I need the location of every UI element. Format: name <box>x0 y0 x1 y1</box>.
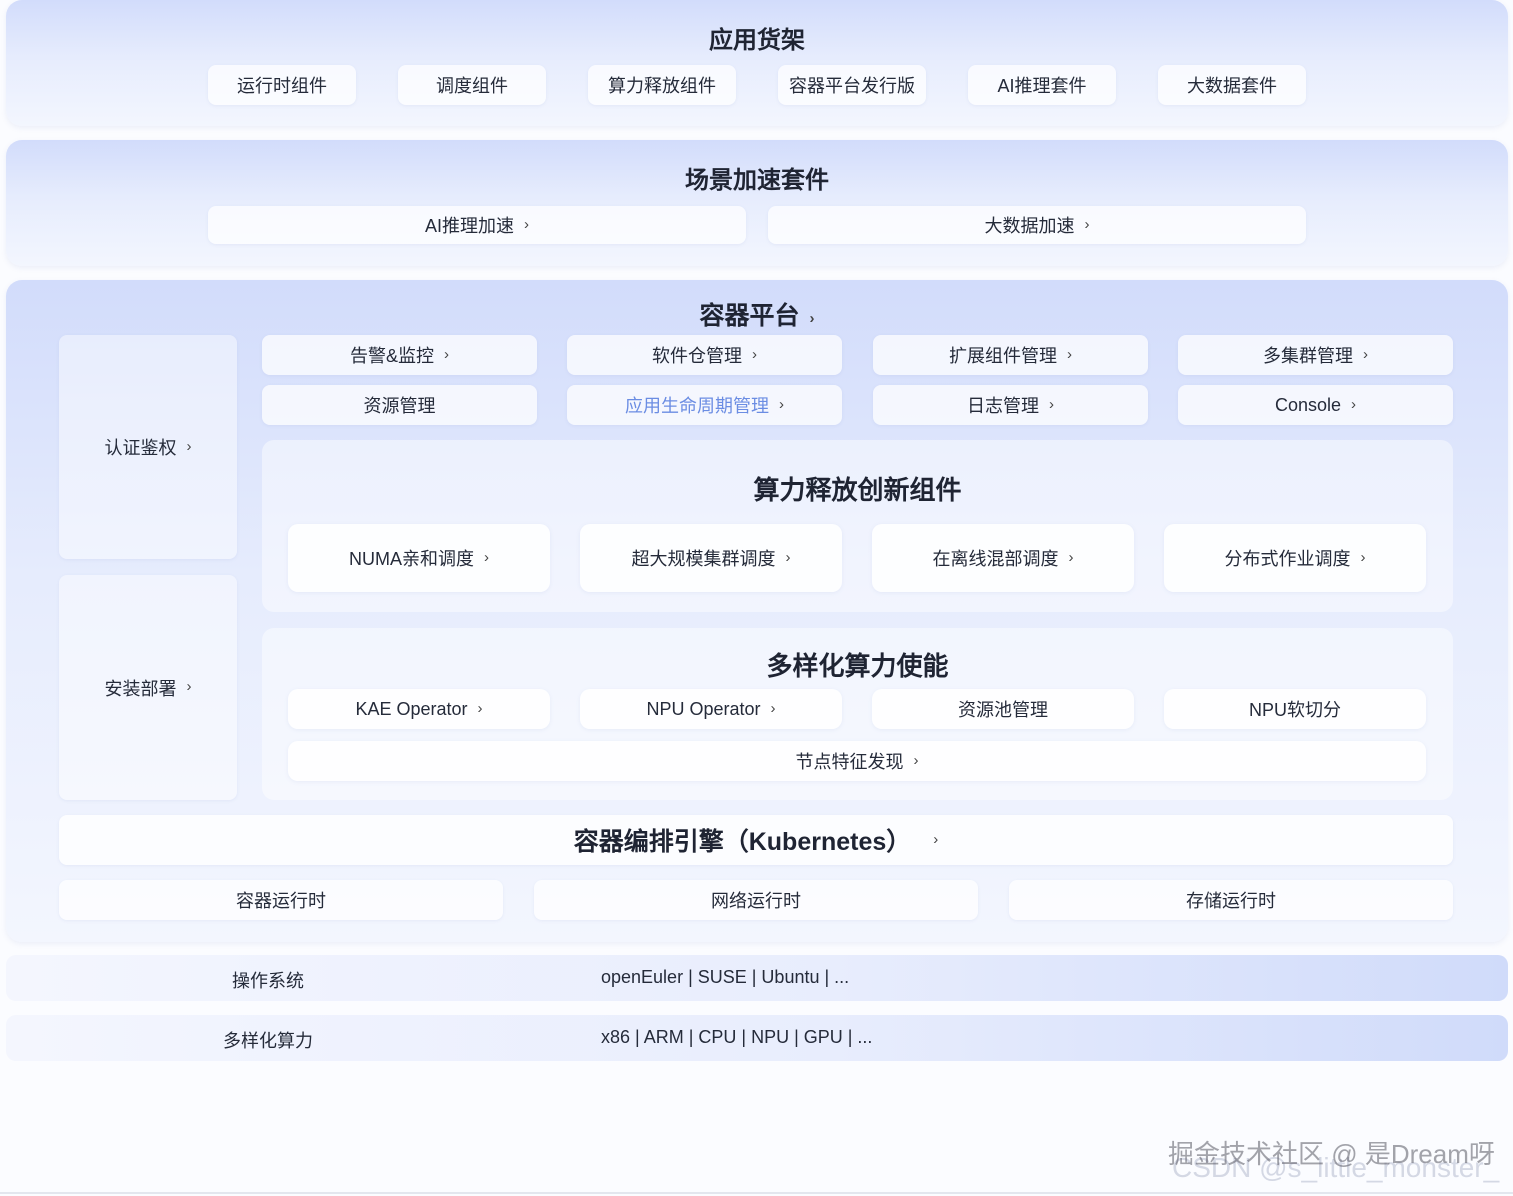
chevron-right-icon: › <box>913 751 919 769</box>
mgmt-software-repo-label: 软件仓管理 <box>652 346 742 366</box>
os-row: 操作系统 openEuler | SUSE | Ubuntu | ... <box>6 955 1508 1001</box>
container-platform-title[interactable]: 容器平台 › <box>6 296 1508 332</box>
side-install-label: 安装部署 <box>104 678 177 699</box>
runtime-container[interactable]: 容器运行时 <box>59 880 503 920</box>
diverse-kae-operator[interactable]: KAE Operator › <box>288 689 550 729</box>
mgmt-alert-monitor-label: 告警&监控 <box>349 346 434 366</box>
compute-label: 多样化算力 <box>223 1031 313 1051</box>
accel-item-bigdata-label: 大数据加速 <box>984 216 1075 236</box>
innovation-numa[interactable]: NUMA亲和调度 › <box>288 524 550 592</box>
accel-title: 场景加速套件 <box>685 167 829 194</box>
os-label: 操作系统 <box>232 971 304 991</box>
innovation-panel: 算力释放创新组件 NUMA亲和调度 › 超大规模集群调度 › 在离线混部调度 › 分布… <box>262 440 1453 612</box>
innovation-colocation-label: 在离线混部调度 <box>932 549 1059 569</box>
chevron-right-icon: › <box>186 678 192 695</box>
k8s-engine[interactable]: 容器编排引擎（Kubernetes） › <box>59 815 1453 865</box>
mgmt-multicluster-label: 多集群管理 <box>1263 346 1353 366</box>
chevron-right-icon: › <box>1068 548 1074 566</box>
mgmt-app-lifecycle[interactable]: 应用生命周期管理 › <box>567 385 842 425</box>
shelf-item-scheduling[interactable]: 调度组件 <box>398 65 546 105</box>
side-auth-label: 认证鉴权 <box>104 438 177 458</box>
chevron-right-icon: › <box>809 310 815 327</box>
mgmt-extension[interactable]: 扩展组件管理 › <box>873 335 1148 375</box>
chevron-right-icon: › <box>1067 345 1072 363</box>
accel-band: 场景加速套件 AI推理加速 › 大数据加速 › <box>6 140 1508 266</box>
shelf-item-compute-release[interactable]: 算力释放组件 <box>588 65 736 105</box>
chevron-right-icon: › <box>1363 345 1368 363</box>
mgmt-app-lifecycle-label: 应用生命周期管理 <box>625 396 769 416</box>
innovation-distributed-job-label: 分布式作业调度 <box>1224 549 1351 569</box>
shelf-item-container-distro[interactable]: 容器平台发行版 <box>778 65 926 105</box>
diverse-node-feature-label: 节点特征发现 <box>795 752 904 772</box>
mgmt-log-label: 日志管理 <box>967 396 1039 416</box>
shelf-item-ai-inference[interactable]: AI推理套件 <box>968 65 1116 105</box>
shelf-item-runtime[interactable]: 运行时组件 <box>208 65 356 105</box>
mgmt-log[interactable]: 日志管理 › <box>873 385 1148 425</box>
chevron-right-icon: › <box>779 395 784 413</box>
innovation-colocation[interactable]: 在离线混部调度 › <box>872 524 1134 592</box>
os-value: openEuler | SUSE | Ubuntu | ... <box>601 967 850 987</box>
chevron-right-icon: › <box>752 345 757 363</box>
runtime-storage[interactable]: 存储运行时 <box>1009 880 1453 920</box>
diverse-kae-operator-label: KAE Operator <box>355 698 468 719</box>
diverse-node-feature[interactable]: 节点特征发现 › <box>288 741 1426 781</box>
chevron-right-icon: › <box>484 548 489 566</box>
mgmt-resource[interactable]: 资源管理 <box>262 385 537 425</box>
diverse-resource-pool[interactable]: 资源池管理 <box>872 689 1134 729</box>
accel-item-bigdata[interactable]: 大数据加速 › <box>768 206 1306 244</box>
innovation-large-cluster[interactable]: 超大规模集群调度 › <box>580 524 842 592</box>
diverse-title: 多样化算力使能 <box>766 651 949 681</box>
chevron-right-icon: › <box>933 830 939 848</box>
chevron-right-icon: › <box>1049 395 1054 413</box>
innovation-numa-label: NUMA亲和调度 <box>349 549 474 569</box>
mgmt-alert-monitor[interactable]: 告警&监控 › <box>262 335 537 375</box>
accel-item-ai-label: AI推理加速 <box>424 216 514 236</box>
chevron-right-icon: › <box>785 548 791 566</box>
chevron-right-icon: › <box>444 345 449 363</box>
bottom-divider <box>0 1192 1513 1194</box>
app-shelf-title: 应用货架 <box>709 27 805 54</box>
innovation-large-cluster-label: 超大规模集群调度 <box>631 549 776 569</box>
innovation-distributed-job[interactable]: 分布式作业调度 › <box>1164 524 1426 592</box>
diverse-panel: 多样化算力使能 KAE Operator › NPU Operator › 资源池管… <box>262 628 1453 800</box>
chevron-right-icon: › <box>1351 395 1357 413</box>
diverse-npu-operator[interactable]: NPU Operator › <box>580 689 842 729</box>
shelf-item-bigdata[interactable]: 大数据套件 <box>1158 65 1306 105</box>
mgmt-software-repo[interactable]: 软件仓管理 › <box>567 335 842 375</box>
container-platform-band: 容器平台 › 认证鉴权 › 安装部署 › 告警&监控 › 软件仓管理 › 扩展组件管理 › … <box>6 280 1508 942</box>
k8s-engine-label: 容器编排引擎（Kubernetes） <box>573 828 912 856</box>
chevron-right-icon: › <box>186 437 192 455</box>
side-auth[interactable]: 认证鉴权 › <box>59 335 237 559</box>
app-shelf-band: 应用货架 运行时组件 调度组件 算力释放组件 容器平台发行版 AI推理套件 大数… <box>6 0 1508 126</box>
container-platform-title-label: 容器平台 <box>699 302 800 330</box>
runtime-network[interactable]: 网络运行时 <box>534 880 978 920</box>
diverse-npu-operator-label: NPU Operator <box>646 698 761 719</box>
innovation-title: 算力释放创新组件 <box>753 475 962 505</box>
chevron-right-icon: › <box>477 699 483 717</box>
chevron-right-icon: › <box>1084 215 1090 233</box>
chevron-right-icon: › <box>524 215 529 233</box>
mgmt-console[interactable]: Console › <box>1178 385 1453 425</box>
watermark-juejin: 掘金技术社区 @ 是Dream呀 <box>1168 1139 1495 1169</box>
mgmt-extension-label: 扩展组件管理 <box>949 346 1057 366</box>
mgmt-console-label: Console <box>1274 394 1342 415</box>
chevron-right-icon: › <box>1360 548 1366 566</box>
chevron-right-icon: › <box>770 699 776 717</box>
compute-row: 多样化算力 x86 | ARM | CPU | NPU | GPU | ... <box>6 1015 1508 1061</box>
accel-item-ai[interactable]: AI推理加速 › <box>208 206 746 244</box>
side-install[interactable]: 安装部署 › <box>59 575 237 800</box>
diverse-npu-slicing[interactable]: NPU软切分 <box>1164 689 1426 729</box>
mgmt-multicluster[interactable]: 多集群管理 › <box>1178 335 1453 375</box>
compute-value: x86 | ARM | CPU | NPU | GPU | ... <box>601 1027 873 1047</box>
